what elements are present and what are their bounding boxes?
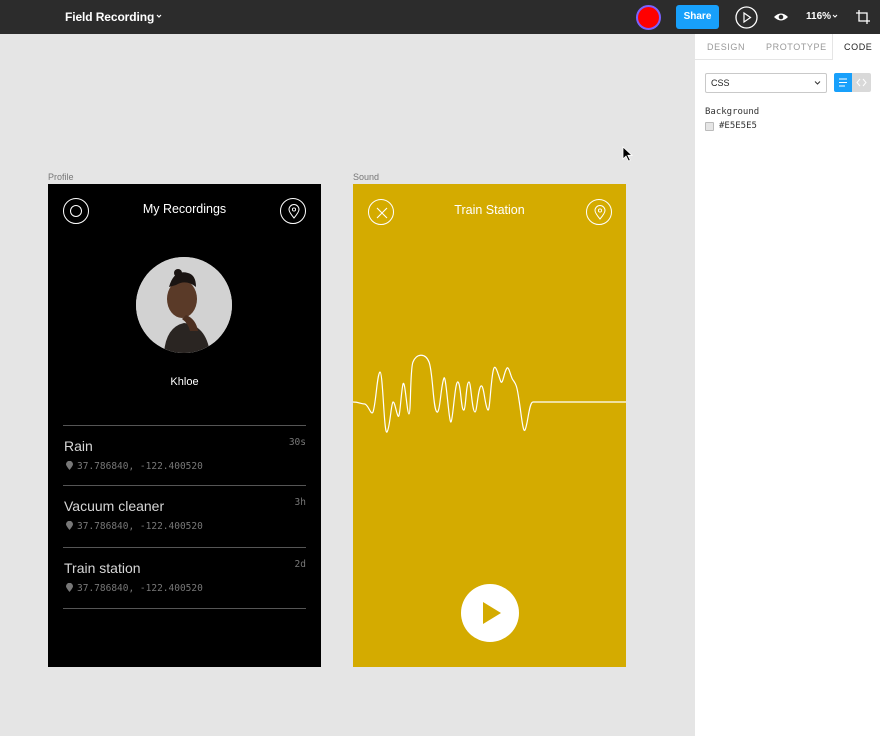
recording-title: Train station (64, 560, 141, 576)
list-icon (839, 78, 847, 87)
zoom-level[interactable]: 116% (806, 11, 831, 22)
tab-code[interactable]: CODE (832, 34, 880, 60)
location-button[interactable] (280, 198, 306, 224)
recording-coords: 37.786840, -122.400520 (77, 521, 203, 532)
chevron-down-icon[interactable] (831, 12, 839, 20)
chevron-down-icon (814, 81, 821, 85)
profile-frame[interactable]: My Recordings Khloe Rain 37.786840, -122… (48, 184, 321, 667)
language-select-value: CSS (711, 78, 730, 88)
waveform (353, 354, 626, 433)
panel-tabs: DESIGN PROTOTYPE CODE (695, 34, 880, 60)
location-pin-icon (66, 521, 73, 530)
user-avatar[interactable] (636, 5, 661, 30)
recording-title: Vacuum cleaner (64, 498, 165, 514)
background-hex-value: #E5E5E5 (719, 121, 757, 131)
profile-name: Khloe (170, 376, 199, 388)
language-select[interactable]: CSS (705, 73, 827, 93)
recording-title: Rain (64, 438, 93, 454)
code-view-button[interactable] (852, 73, 871, 92)
frame-label-profile[interactable]: Profile (48, 172, 74, 182)
top-toolbar: Field Recording Share 116% (0, 0, 880, 34)
eye-icon[interactable] (773, 10, 789, 24)
play-button[interactable] (461, 584, 519, 642)
background-label: Background (705, 107, 760, 117)
recording-item-vacuum[interactable]: Vacuum cleaner 37.786840, -122.400520 3h (48, 486, 321, 546)
list-view-button[interactable] (834, 73, 852, 92)
tab-design[interactable]: DESIGN (707, 42, 745, 52)
sound-frame[interactable]: Train Station (353, 184, 626, 667)
location-pin-icon (66, 461, 73, 470)
recording-item-train[interactable]: Train station 37.786840, -122.400520 2d (48, 548, 321, 608)
location-pin-icon (66, 583, 73, 592)
chevron-down-icon[interactable] (154, 11, 164, 21)
location-button[interactable] (586, 199, 612, 225)
mouse-cursor-icon (622, 146, 634, 162)
recording-coords: 37.786840, -122.400520 (77, 583, 203, 594)
share-button[interactable]: Share (676, 5, 719, 29)
frame-label-sound[interactable]: Sound (353, 172, 379, 182)
tab-prototype[interactable]: PROTOTYPE (766, 42, 827, 52)
list-divider (63, 608, 306, 609)
recording-duration: 3h (294, 497, 306, 508)
play-icon (483, 602, 501, 624)
recording-duration: 30s (288, 437, 306, 448)
recording-duration: 2d (294, 559, 306, 570)
properties-panel: DESIGN PROTOTYPE CODE CSS Background #E5… (694, 34, 880, 736)
recording-item-rain[interactable]: Rain 37.786840, -122.400520 30s (48, 426, 321, 486)
background-color-swatch[interactable] (705, 122, 714, 131)
file-title[interactable]: Field Recording (65, 10, 154, 24)
present-play-icon[interactable] (735, 6, 758, 29)
main-menu-button[interactable] (0, 0, 44, 34)
code-brackets-icon (856, 78, 867, 87)
location-pin-icon (288, 204, 300, 219)
location-pin-icon (594, 205, 606, 220)
profile-avatar (136, 257, 232, 353)
recording-coords: 37.786840, -122.400520 (77, 461, 203, 472)
crop-frame-icon[interactable] (855, 9, 871, 25)
